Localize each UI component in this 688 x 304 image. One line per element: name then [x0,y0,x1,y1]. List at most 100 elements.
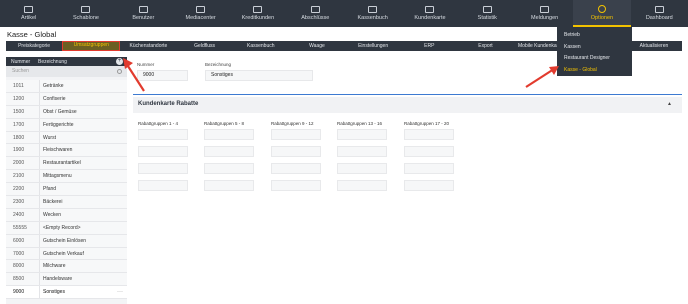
tab-kuechenstandorte[interactable]: Küchenstandorte [120,41,176,51]
discount-input[interactable] [138,180,188,191]
nav-label: Kreditkunden [241,15,275,21]
list-item[interactable]: 1011 Getränke [6,80,127,93]
discount-input[interactable] [204,180,254,191]
report-icon [310,6,320,13]
list-item[interactable]: 1500 Obst / Gemüse [6,105,127,119]
nav-statistik[interactable]: Statistik [459,0,516,27]
monitor-icon [654,6,664,13]
item-number: 8500 [6,273,40,286]
nav-kreditkunden[interactable]: Kreditkunden [229,0,286,27]
item-number: 1200 [6,92,40,105]
item-name: Wecken [43,211,61,218]
column-title: Rabattgruppen 9 - 12 [271,121,314,126]
umsatzgruppen-list-panel: Nummer Bezeichnung + Suchen 1011 Getränke… [6,57,127,304]
column-header-name[interactable]: Bezeichnung [38,59,116,65]
options-dropdown-menu: Betrieb Kassen Restaurant Designer Kasse… [557,27,632,76]
list-item[interactable]: 8000 Milchware [6,260,127,274]
list-item[interactable]: 2200 Pfand [6,183,127,197]
discount-input[interactable] [404,146,454,157]
list-item[interactable]: 2300 Bäckerei [6,196,127,209]
search-placeholder: Suchen [12,68,29,74]
menu-item-betrieb[interactable]: Betrieb [557,30,632,42]
discount-input[interactable] [404,163,454,174]
search-input[interactable]: Suchen [6,66,127,77]
discount-input[interactable] [204,129,254,140]
item-name: Confiserie [43,95,66,102]
list-item[interactable]: 1700 Fertiggerichte [6,118,127,132]
item-number: 6000 [6,234,40,247]
discount-input[interactable] [271,163,321,174]
list-rows: 1011 Getränke 1200 Confiserie 1500 Obst / G… [6,77,127,300]
nav-schablone[interactable]: Schablone [57,0,114,27]
list-item[interactable]: 1900 Fleischwaren [6,144,127,158]
list-item[interactable]: 6000 Gutschein Einlösen [6,234,127,248]
nav-dashboard[interactable]: Dashboard [631,0,688,27]
discount-input[interactable] [404,129,454,140]
list-item[interactable]: 1800 Wurst [6,131,127,145]
column-title: Rabattgruppen 13 - 16 [337,121,383,126]
item-name: Obst / Gemüse [43,108,77,115]
tab-kassenbuch[interactable]: Kassenbuch [233,41,289,51]
nav-mediacenter[interactable]: Mediacenter [172,0,229,27]
nav-label: Dashboard [645,15,673,21]
item-number: 1900 [6,144,40,157]
nav-artikel[interactable]: Artikel [0,0,57,27]
name-field[interactable]: Sonstiges [205,70,313,81]
item-name: Getränke [43,82,64,89]
discount-input[interactable] [404,180,454,191]
list-item[interactable]: 2100 Mittagsmenu [6,170,127,184]
discount-input[interactable] [138,146,188,157]
discount-input[interactable] [271,180,321,191]
more-options-icon[interactable]: ··· [117,289,127,295]
column-header-number[interactable]: Nummer [6,59,38,65]
discount-input[interactable] [337,163,387,174]
template-icon [81,6,91,13]
menu-item-restaurant-designer[interactable]: Restaurant Designer [557,53,632,65]
tab-einstellungen[interactable]: Einstellungen [345,41,401,51]
discount-input[interactable] [337,180,387,191]
list-item[interactable]: 8500 Handelsware [6,273,127,287]
nav-optionen[interactable]: Optionen [573,0,631,27]
discount-input[interactable] [204,163,254,174]
list-item[interactable]: 2000 Restaurantartikel [6,157,127,171]
collapse-caret-icon[interactable]: ▲ [667,101,672,107]
nav-abschluesse[interactable]: Abschlüsse [287,0,344,27]
nav-label: Kundenkarte [414,15,446,21]
list-item[interactable]: 7000 Gutschein Verkauf [6,247,127,261]
discount-input[interactable] [204,146,254,157]
nav-meldungen[interactable]: Meldungen [516,0,573,27]
discount-input[interactable] [138,163,188,174]
discount-input[interactable] [138,129,188,140]
page-title: Kasse - Global [7,30,57,39]
discount-input[interactable] [337,146,387,157]
item-number: 1500 [6,105,40,118]
section-header[interactable]: Kundenkarte Rabatte ▲ [133,97,682,113]
list-item-selected[interactable]: 9000 Sonstiges ··· [6,286,127,300]
item-name: Fleischwaren [43,147,73,154]
nav-kundenkarte[interactable]: Kundenkarte [401,0,458,27]
nav-label: Kassenbuch [357,15,388,21]
tab-waage[interactable]: Waage [289,41,345,51]
tab-umsatzgruppen[interactable]: Umsatzgruppen [62,41,121,51]
discount-input[interactable] [337,129,387,140]
list-item[interactable]: 2400 Wecken [6,208,127,222]
item-name: Gutschein Verkauf [43,250,84,257]
tab-erp[interactable]: ERP [401,41,457,51]
list-item[interactable]: 55555 <Empty Record> [6,221,127,235]
cashbook-icon [368,6,378,13]
refresh-button[interactable]: Aktualisieren [626,41,682,51]
menu-item-kasse-global[interactable]: Kasse - Global [557,65,632,77]
discount-input[interactable] [271,146,321,157]
section-title: Kundenkarte Rabatte [138,101,199,107]
media-icon [196,6,206,13]
nav-benutzer[interactable]: Benutzer [115,0,172,27]
tab-geldfluss[interactable]: Geldfluss [177,41,233,51]
menu-item-kassen[interactable]: Kassen [557,42,632,54]
tab-preiskategorie[interactable]: Preiskategorie [6,41,62,51]
annotation-arrow-menu [525,66,559,88]
tab-export[interactable]: Export [457,41,513,51]
nav-kassenbuch[interactable]: Kassenbuch [344,0,401,27]
list-item[interactable]: 1200 Confiserie [6,92,127,106]
discount-input[interactable] [271,129,321,140]
discount-group-column: Rabattgruppen 1 - 4 [138,121,188,197]
